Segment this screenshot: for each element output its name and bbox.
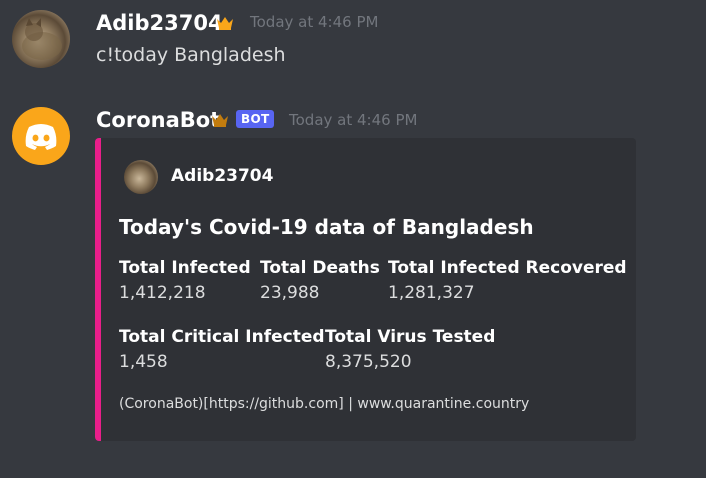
- embed-field: Total Critical Infected 1,458: [119, 327, 325, 372]
- bot-badge: BOT: [236, 110, 275, 128]
- field-value: 23,988: [260, 283, 320, 303]
- embed-field: Total Infected 1,412,218: [119, 258, 251, 303]
- field-value: 8,375,520: [325, 352, 412, 372]
- field-value: 1,281,327: [388, 283, 475, 303]
- crown-icon: [212, 114, 228, 127]
- field-name: Total Critical Infected: [119, 327, 325, 347]
- embed-field: Total Infected Recovered 1,281,327: [388, 258, 627, 303]
- embed-field: Total Virus Tested 8,375,520: [325, 327, 495, 372]
- username[interactable]: Adib23704: [96, 11, 223, 35]
- field-name: Total Infected: [119, 258, 251, 278]
- embed-title: Today's Covid-19 data of Bangladesh: [119, 215, 534, 239]
- field-value: 1,458: [119, 352, 168, 372]
- timestamp: Today at 4:46 PM: [289, 111, 418, 129]
- message-content: c!today Bangladesh: [96, 44, 286, 66]
- field-name: Total Infected Recovered: [388, 258, 627, 278]
- user-avatar[interactable]: [12, 10, 70, 68]
- author-avatar: [124, 160, 158, 194]
- embed: Adib23704 Today's Covid-19 data of Bangl…: [95, 138, 636, 441]
- discord-logo-icon: [25, 124, 57, 150]
- timestamp: Today at 4:46 PM: [250, 13, 379, 31]
- embed-author-name: Adib23704: [171, 166, 274, 186]
- field-name: Total Deaths: [260, 258, 380, 278]
- crown-icon: [217, 17, 233, 30]
- field-value: 1,412,218: [119, 283, 206, 303]
- embed-footer: (CoronaBot)[https://github.com] | www.qu…: [119, 396, 530, 412]
- embed-field: Total Deaths 23,988: [260, 258, 380, 303]
- bot-avatar[interactable]: [12, 107, 70, 165]
- username[interactable]: CoronaBot: [96, 108, 220, 132]
- field-name: Total Virus Tested: [325, 327, 496, 347]
